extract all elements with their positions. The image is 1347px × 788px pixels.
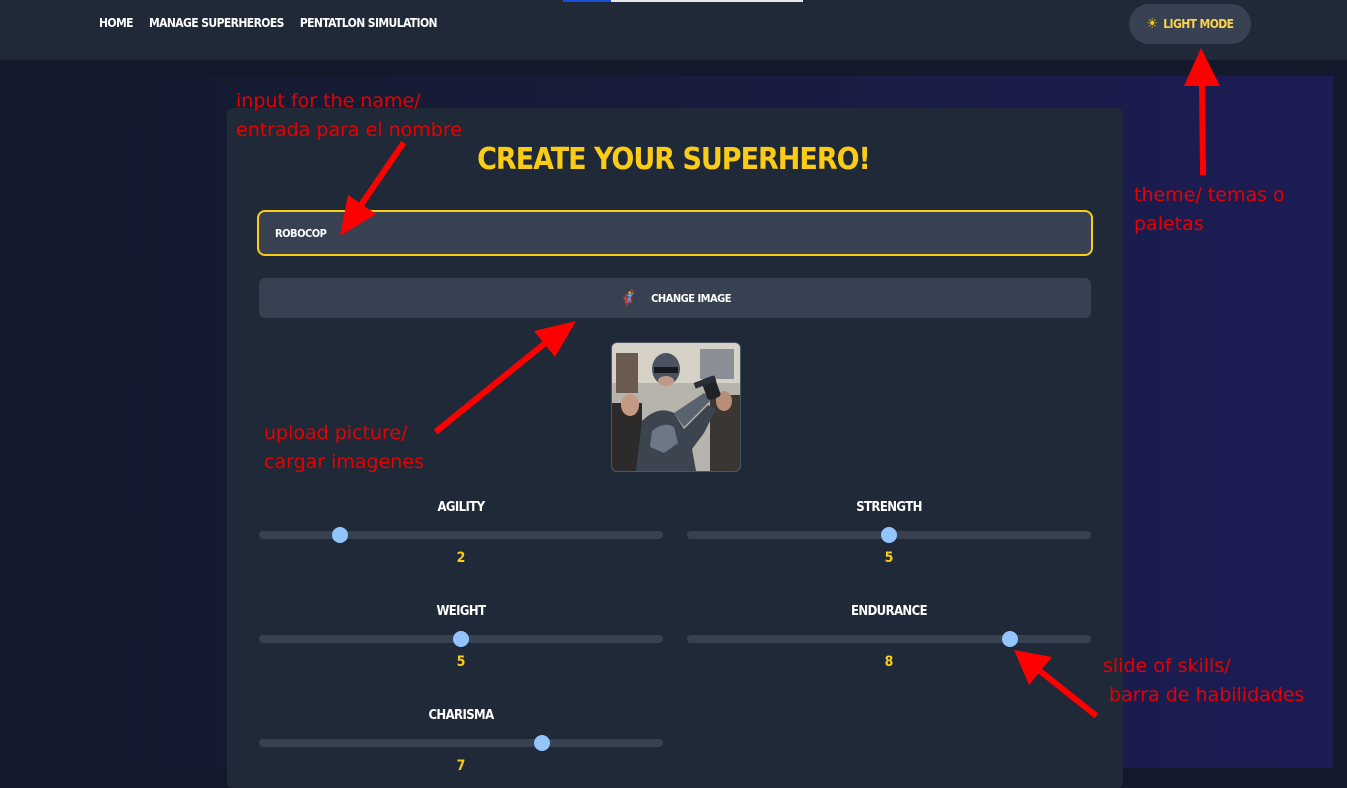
superhero-icon: 🦸: [618, 289, 638, 307]
annotation-name-input: input for the name/ entrada para el nomb…: [236, 90, 462, 141]
skill-endurance: ENDURANCE 8: [687, 603, 1091, 671]
change-image-button[interactable]: 🦸 CHANGE IMAGE: [259, 278, 1091, 318]
top-accent-strip: [563, 0, 803, 2]
change-image-label: CHANGE IMAGE: [651, 291, 732, 305]
skill-slider-track[interactable]: [259, 735, 663, 751]
nav-link-home[interactable]: HOME: [99, 15, 134, 31]
skill-slider-thumb[interactable]: [533, 735, 550, 751]
skill-slider-track[interactable]: [259, 631, 663, 647]
skill-slider-thumb[interactable]: [881, 527, 897, 543]
skill-value: 5: [456, 654, 466, 670]
skill-charisma: CHARISMA 7: [259, 707, 663, 775]
annotation-skill-slider: slide of skills/ barra de habilidades: [1103, 655, 1305, 706]
skill-value: 5: [884, 550, 894, 566]
skill-value: 7: [456, 758, 466, 774]
skill-value: 2: [456, 550, 466, 566]
superhero-image-picture: [612, 343, 740, 471]
skill-slider-track[interactable]: [687, 631, 1091, 647]
skill-label: CHARISMA: [428, 708, 494, 723]
annotation-theme: theme/ temas o paletas: [1134, 184, 1285, 235]
theme-toggle-label: LIGHT MODE: [1163, 17, 1234, 31]
nav-link-manage-superheroes[interactable]: MANAGE SUPERHEROES: [149, 15, 284, 31]
skill-weight: WEIGHT 5: [259, 603, 663, 671]
page-title: CREATE YOUR SUPERHERO!: [477, 142, 871, 177]
superhero-image: [611, 342, 741, 472]
nav-link-pentatlon-simulation[interactable]: PENTATLON SIMULATION: [300, 15, 438, 31]
skill-slider-track[interactable]: [687, 527, 1091, 543]
skill-slider-track[interactable]: [259, 527, 663, 543]
main-nav: HOME MANAGE SUPERHEROES PENTATLON SIMULA…: [99, 15, 438, 31]
annotation-upload-picture: upload picture/ cargar imagenes: [264, 422, 424, 473]
theme-toggle-button[interactable]: ☀ LIGHT MODE: [1129, 4, 1251, 44]
skill-agility: AGILITY 2: [259, 499, 663, 567]
skill-slider-thumb[interactable]: [453, 631, 469, 647]
skill-label: AGILITY: [437, 500, 485, 515]
skill-slider-thumb[interactable]: [1002, 631, 1019, 647]
sun-icon: ☀: [1146, 16, 1158, 32]
superhero-name-input[interactable]: [257, 210, 1093, 256]
skill-value: 8: [884, 654, 894, 670]
skill-label: WEIGHT: [436, 604, 486, 619]
top-navigation-bar: HOME MANAGE SUPERHEROES PENTATLON SIMULA…: [0, 0, 1347, 60]
skill-slider-thumb[interactable]: [331, 527, 348, 543]
skill-label: STRENGTH: [856, 500, 922, 515]
skill-label: ENDURANCE: [850, 604, 928, 619]
skill-strength: STRENGTH 5: [687, 499, 1091, 567]
